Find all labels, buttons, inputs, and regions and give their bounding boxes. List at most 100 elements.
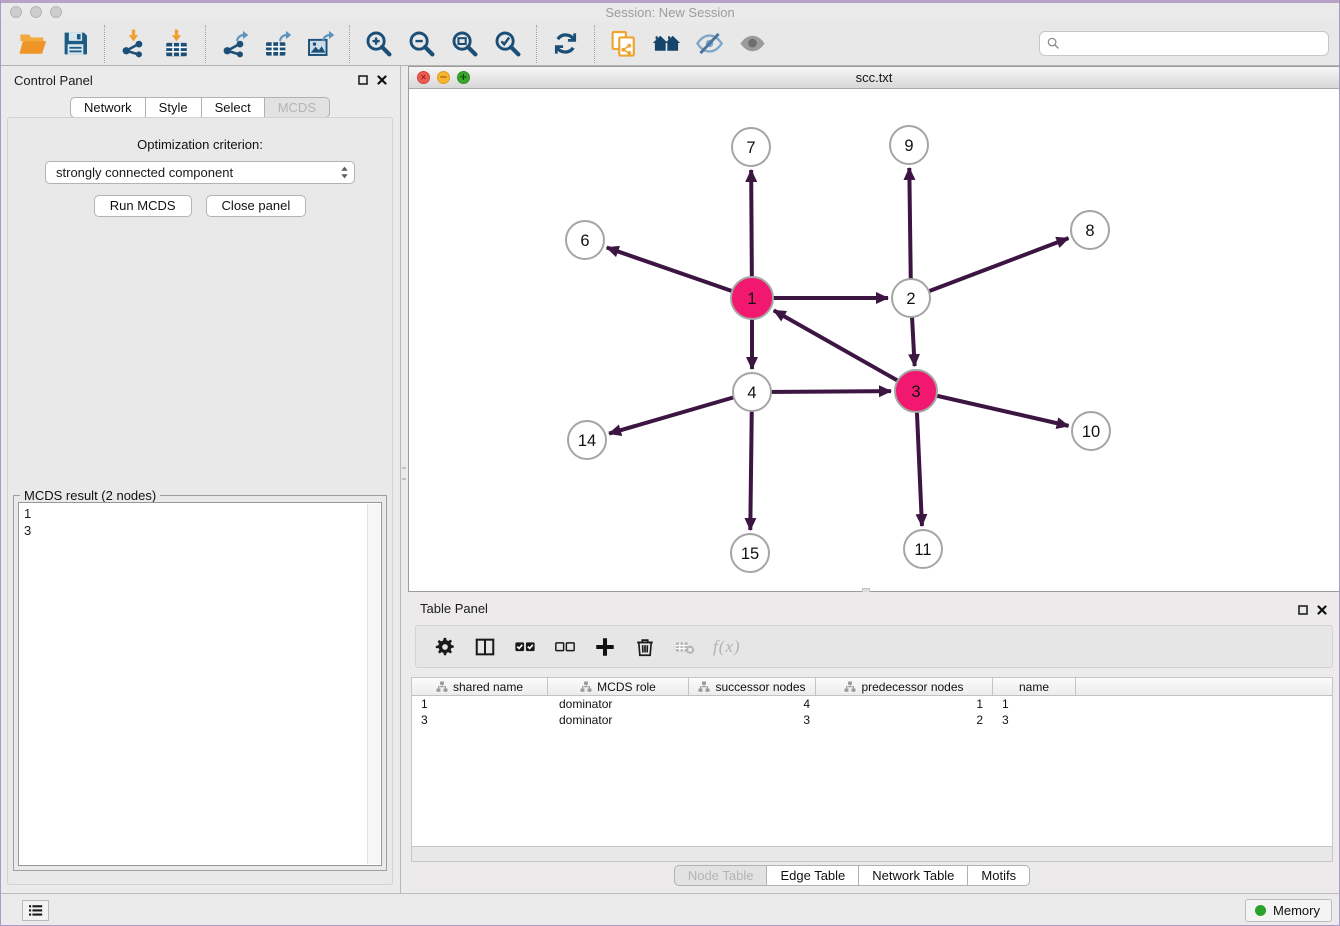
edge-1-6[interactable] <box>607 248 752 298</box>
result-scrollbar[interactable] <box>367 504 380 864</box>
table-tab-node-table[interactable]: Node Table <box>674 865 768 886</box>
close-table-panel-icon[interactable] <box>1317 602 1327 620</box>
table-cell[interactable]: 2 <box>816 712 993 728</box>
column-header-mcds-role[interactable]: MCDS role <box>548 678 689 695</box>
table-cell[interactable]: 1 <box>816 696 993 712</box>
table-row[interactable]: 3dominator323 <box>412 712 1332 728</box>
criterion-select[interactable]: strongly connected component <box>45 161 355 184</box>
toolbar-group <box>4 25 104 63</box>
node-label-14: 14 <box>578 432 596 450</box>
mcds-result-text[interactable]: 13 <box>18 502 382 866</box>
tab-network[interactable]: Network <box>70 97 146 118</box>
toolbar-group <box>205 25 349 63</box>
search-input[interactable] <box>1061 34 1328 54</box>
table-cell[interactable]: 3 <box>412 712 548 728</box>
table-tab-motifs[interactable]: Motifs <box>968 865 1030 886</box>
node-label-7: 7 <box>746 139 755 157</box>
edge-4-3[interactable] <box>752 391 891 392</box>
network-canvas[interactable]: 7968124314101511 <box>409 89 1339 591</box>
table-cell[interactable]: 3 <box>689 712 816 728</box>
node-label-4: 4 <box>747 384 756 402</box>
column-type-icon <box>844 681 856 693</box>
table-tab-edge-table[interactable]: Edge Table <box>767 865 859 886</box>
network-view-window: scc.txt 7968124314101511 <box>408 66 1340 592</box>
mcds-result-group: MCDS result (2 nodes) 13 <box>13 495 387 871</box>
network-window-titlebar[interactable]: scc.txt <box>409 67 1339 89</box>
table-cell[interactable]: dominator <box>548 712 689 728</box>
import-table-icon[interactable] <box>161 28 192 59</box>
add-column-icon[interactable] <box>593 635 617 659</box>
zoom-selected-icon[interactable] <box>492 28 523 59</box>
column-header-shared-name[interactable]: shared name <box>412 678 548 695</box>
tab-style[interactable]: Style <box>146 97 202 118</box>
refresh-icon[interactable] <box>550 28 581 59</box>
close-window-button[interactable] <box>10 6 22 18</box>
toolbar-group <box>594 25 781 63</box>
column-header-name[interactable]: name <box>993 678 1076 695</box>
trash-icon[interactable] <box>633 635 657 659</box>
table-cell[interactable]: 1 <box>993 696 1076 712</box>
network-maximize-icon[interactable] <box>457 71 470 84</box>
uncheck-all-icon[interactable] <box>553 635 577 659</box>
memory-button[interactable]: Memory <box>1245 899 1332 922</box>
hide-eye-icon[interactable] <box>694 28 725 59</box>
vertical-splitter[interactable] <box>401 66 408 893</box>
check-all-icon[interactable] <box>513 635 537 659</box>
table-tab-network-table[interactable]: Network Table <box>859 865 968 886</box>
home-layout-icon[interactable] <box>651 28 682 59</box>
edge-3-1[interactable] <box>774 310 916 391</box>
table-cell[interactable]: 4 <box>689 696 816 712</box>
network-close-icon[interactable] <box>417 71 430 84</box>
export-network-icon[interactable] <box>219 28 250 59</box>
column-header-label: shared name <box>453 680 523 694</box>
tab-mcds[interactable]: MCDS <box>265 97 330 118</box>
edge-3-10[interactable] <box>916 391 1069 426</box>
close-panel-icon[interactable] <box>377 75 387 85</box>
table-cell[interactable]: 3 <box>993 712 1076 728</box>
import-network-icon[interactable] <box>118 28 149 59</box>
split-panel-icon[interactable] <box>473 635 497 659</box>
minimize-window-button[interactable] <box>30 6 42 18</box>
edge-4-15[interactable] <box>750 392 752 530</box>
search-box[interactable] <box>1039 31 1329 56</box>
column-type-icon <box>436 681 448 693</box>
network-minimize-icon[interactable] <box>437 71 450 84</box>
criterion-value: strongly connected component <box>56 165 340 180</box>
column-header-label: MCDS role <box>597 680 656 694</box>
save-session-icon[interactable] <box>60 28 91 59</box>
close-panel-button[interactable]: Close panel <box>206 195 307 217</box>
edge-4-14[interactable] <box>609 392 752 434</box>
table-cell[interactable]: 1 <box>412 696 548 712</box>
table-cell[interactable]: dominator <box>548 696 689 712</box>
column-header-predecessor-nodes[interactable]: predecessor nodes <box>816 678 993 695</box>
network-window-title: scc.txt <box>409 67 1339 88</box>
table-row[interactable]: 1dominator411 <box>412 696 1332 712</box>
task-history-button[interactable] <box>22 900 49 921</box>
table-panel: Table Panel f(x) shared nameMCDS rolesuc… <box>408 592 1340 893</box>
table-horizontal-scrollbar[interactable] <box>411 847 1333 862</box>
column-header-successor-nodes[interactable]: successor nodes <box>689 678 816 695</box>
copy-view-icon[interactable] <box>608 28 639 59</box>
toolbar-group <box>104 25 205 63</box>
control-panel-title: Control Panel <box>14 73 93 88</box>
gear-icon[interactable] <box>433 635 457 659</box>
zoom-in-icon[interactable] <box>363 28 394 59</box>
zoom-window-button[interactable] <box>50 6 62 18</box>
float-table-panel-icon[interactable] <box>1298 602 1308 620</box>
float-panel-icon[interactable] <box>358 75 368 85</box>
toolbar-group <box>349 25 536 63</box>
toolbar-groups <box>4 22 781 65</box>
window-title: Session: New Session <box>0 3 1340 22</box>
export-table-icon[interactable] <box>262 28 293 59</box>
open-session-icon[interactable] <box>17 28 48 59</box>
show-eye-icon[interactable] <box>737 28 768 59</box>
edge-2-8[interactable] <box>911 238 1068 298</box>
zoom-fit-icon[interactable] <box>449 28 480 59</box>
run-mcds-button[interactable]: Run MCDS <box>94 195 192 217</box>
window-controls <box>10 6 62 18</box>
tab-select[interactable]: Select <box>202 97 265 118</box>
result-line: 1 <box>24 505 376 522</box>
mcds-result-title: MCDS result (2 nodes) <box>20 488 160 503</box>
export-image-icon[interactable] <box>305 28 336 59</box>
zoom-out-icon[interactable] <box>406 28 437 59</box>
